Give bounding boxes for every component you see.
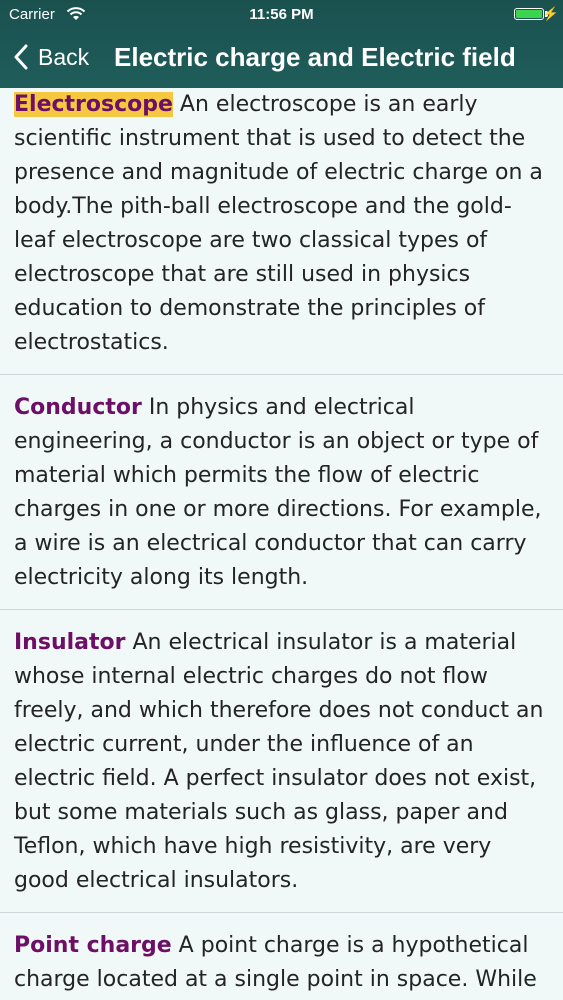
entry-text: Conductor In physics and electrical engi… (14, 391, 549, 595)
back-label: Back (38, 43, 90, 70)
battery-fill (516, 10, 542, 18)
entry-term: Electroscope (14, 92, 173, 117)
entry-text: Point charge A point charge is a hypothe… (14, 929, 549, 1000)
list-item[interactable]: Insulator An electrical insulator is a m… (0, 610, 563, 913)
entry-definition: An electroscope is an early scientific i… (14, 92, 543, 355)
list-item[interactable]: Conductor In physics and electrical engi… (0, 375, 563, 610)
entry-list[interactable]: Electroscope An electroscope is an early… (0, 88, 563, 1000)
entry-term: Conductor (14, 395, 142, 420)
back-button[interactable]: Back (14, 40, 89, 74)
list-item[interactable]: Point charge A point charge is a hypothe… (0, 913, 563, 1000)
entry-term: Insulator (14, 630, 126, 655)
entry-term: Point charge (14, 933, 172, 958)
status-bar: Carrier 11:56 PM ⚡ (0, 0, 563, 30)
header: Carrier 11:56 PM ⚡ Back Electric charge … (0, 0, 563, 88)
entry-text: Insulator An electrical insulator is a m… (14, 626, 549, 898)
list-item[interactable]: Electroscope An electroscope is an early… (0, 88, 563, 375)
entry-definition: In physics and electrical engineering, a… (14, 395, 542, 590)
nav-bar: Back Electric charge and Electric field (0, 30, 563, 88)
chevron-left-icon (14, 44, 28, 70)
clock: 11:56 PM (249, 6, 314, 23)
entry-text: Electroscope An electroscope is an early… (14, 88, 549, 360)
charging-icon: ⚡ (542, 6, 559, 21)
page-title: Electric charge and Electric field (114, 42, 516, 72)
entry-definition: An electrical insulator is a material wh… (14, 630, 544, 893)
battery-icon (514, 8, 544, 20)
